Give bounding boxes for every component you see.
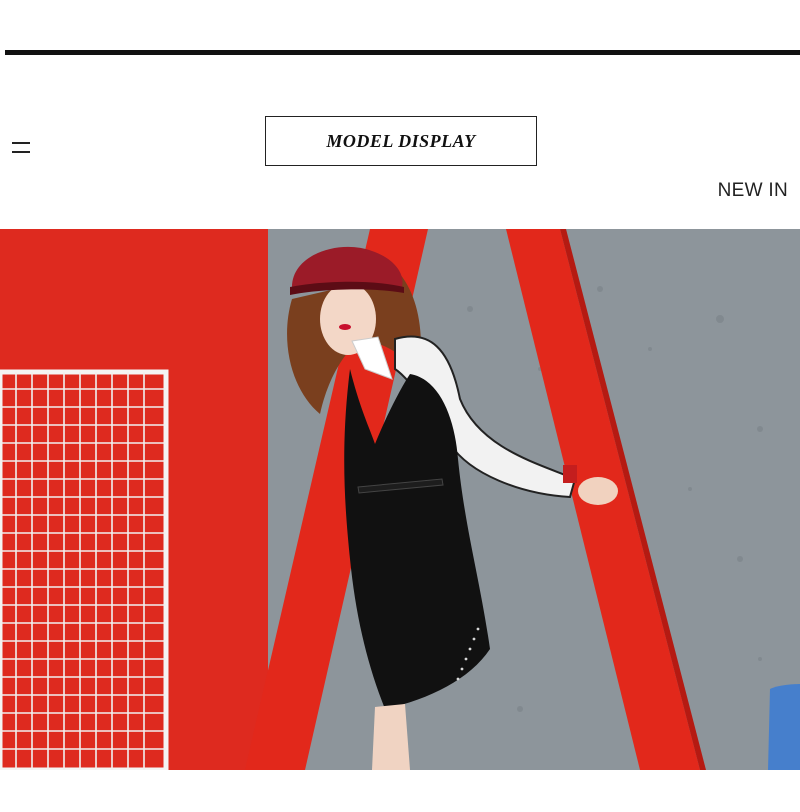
menu-icon[interactable] bbox=[12, 140, 30, 154]
blue-bottle bbox=[768, 684, 800, 770]
section-title-box: MODEL DISPLAY bbox=[265, 116, 537, 166]
top-divider bbox=[5, 50, 800, 55]
new-in-label: NEW IN bbox=[717, 180, 788, 201]
section-title: MODEL DISPLAY bbox=[326, 130, 476, 151]
red-wall-backdrop bbox=[0, 229, 270, 770]
model-display-photo bbox=[0, 229, 800, 770]
